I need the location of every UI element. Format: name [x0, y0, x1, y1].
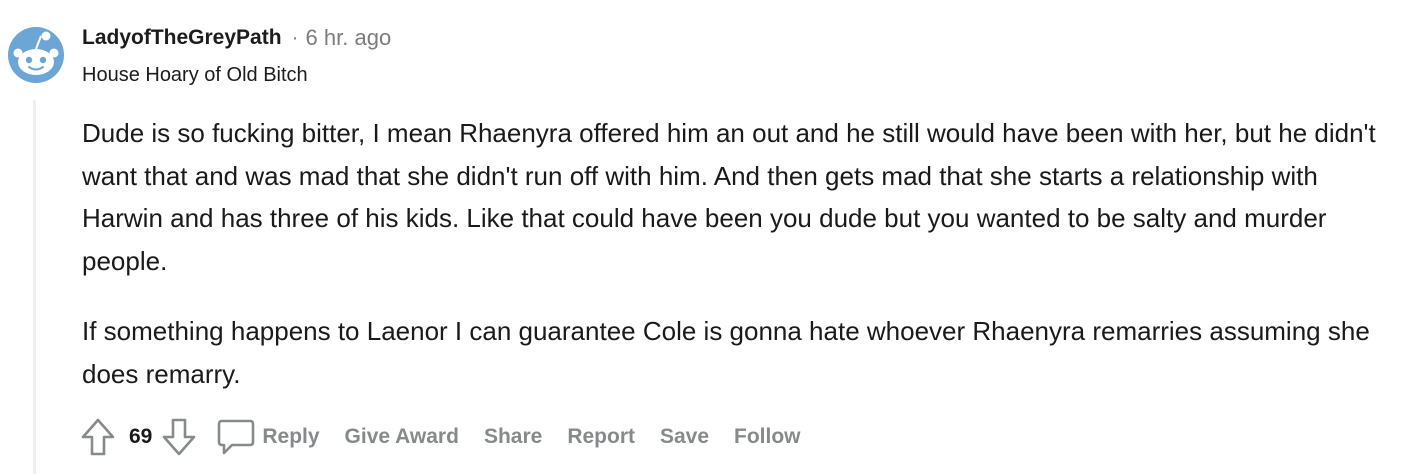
- comment-action-bar: 69 Reply Give Award Share Report Save Fo…: [79, 412, 801, 462]
- comment-paragraph: If something happens to Laenor I can gua…: [82, 316, 1370, 389]
- downvote-button[interactable]: [160, 417, 198, 457]
- comment-header: LadyofTheGreyPath · 6 hr. ago: [82, 22, 391, 54]
- save-button[interactable]: Save: [660, 425, 709, 449]
- share-button[interactable]: Share: [484, 425, 542, 449]
- avatar[interactable]: [8, 27, 64, 83]
- author-name[interactable]: LadyofTheGreyPath: [82, 26, 282, 50]
- separator-dot: ·: [291, 26, 299, 49]
- reply-button[interactable]: Reply: [214, 417, 320, 457]
- give-award-button[interactable]: Give Award: [345, 425, 459, 449]
- thread-line[interactable]: [33, 100, 36, 474]
- user-flair: House Hoary of Old Bitch: [82, 64, 308, 86]
- snoo-avatar-icon: [8, 27, 64, 83]
- report-button[interactable]: Report: [567, 425, 635, 449]
- follow-button[interactable]: Follow: [734, 425, 801, 449]
- arrow-up-icon: [81, 418, 115, 456]
- reply-label: Reply: [262, 425, 320, 448]
- comment-body: Dude is so fucking bitter, I mean Rhaeny…: [82, 112, 1382, 395]
- comment-timestamp[interactable]: 6 hr. ago: [306, 25, 392, 51]
- speech-bubble-icon: [214, 417, 258, 457]
- arrow-down-icon: [163, 418, 196, 456]
- vote-score: 69: [129, 425, 153, 448]
- upvote-button[interactable]: [79, 417, 117, 457]
- comment-paragraph: Dude is so fucking bitter, I mean Rhaeny…: [82, 118, 1376, 276]
